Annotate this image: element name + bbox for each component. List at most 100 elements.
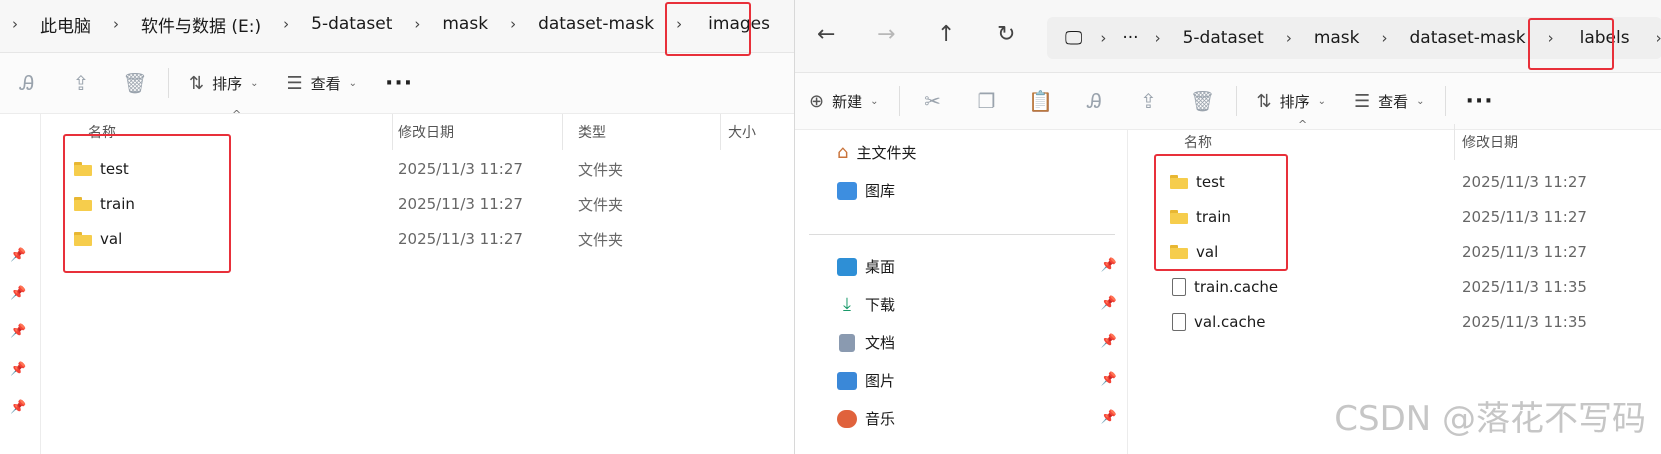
new-button[interactable]: ⊕ 新建 ⌄ xyxy=(795,81,893,121)
chevron-right-icon: › xyxy=(1381,29,1388,47)
highlight-box xyxy=(63,134,231,273)
pin-icon[interactable]: 📌 xyxy=(1101,410,1117,425)
delete-icon[interactable]: 🗑 xyxy=(1176,81,1230,121)
toolbar-divider xyxy=(1444,86,1446,116)
file-modified: 2025/11/3 11:35 xyxy=(1462,313,1587,331)
breadcrumb-drive-e[interactable]: 软件与数据 (E:) xyxy=(131,12,271,37)
sort-button[interactable]: ⇅ 排序 ⌄ xyxy=(175,63,273,103)
nav-downloads[interactable]: ⤓ 下载 xyxy=(837,294,895,315)
right-command-bar: ⊕ 新建 ⌄ ✂ ❐ 📋 Ꭿ ⇪ 🗑 ⇅ 排序 ⌄ ☰ 查看 ⌄ ··· xyxy=(795,73,1661,130)
desktop-icon xyxy=(837,257,857,276)
file-modified: 2025/11/3 11:27 xyxy=(1462,173,1587,191)
file-row-val-cache[interactable]: val.cache 2025/11/3 11:35 xyxy=(1128,304,1661,340)
left-nav-pane: 📌 📌 📌 📌 📌 xyxy=(0,114,41,454)
file-name: val.cache xyxy=(1194,313,1266,331)
breadcrumb-dataset-mask[interactable]: dataset-mask xyxy=(528,14,664,34)
document-icon xyxy=(839,333,855,352)
file-modified: 2025/11/3 11:35 xyxy=(1462,278,1587,296)
more-options-icon[interactable]: ··· xyxy=(1452,89,1508,114)
breadcrumb-5-dataset[interactable]: 5-dataset xyxy=(301,14,402,34)
up-arrow-icon[interactable]: ↑ xyxy=(937,22,955,47)
rename-icon[interactable]: Ꭿ xyxy=(1068,81,1122,121)
column-modified[interactable]: 修改日期 xyxy=(398,122,454,142)
chevron-right-icon: › xyxy=(113,15,119,33)
chevron-right-icon: › xyxy=(1285,29,1292,47)
view-button[interactable]: ☰ 查看 ⌄ xyxy=(273,63,372,103)
pin-icon[interactable]: 📌 xyxy=(10,286,26,301)
file-name: train.cache xyxy=(1194,278,1279,296)
paste-icon[interactable]: 📋 xyxy=(1014,81,1068,121)
right-explorer-window: ← → ↑ ↻ 🖵 › ··· › 5-dataset › mask › dat… xyxy=(794,0,1661,454)
column-divider[interactable] xyxy=(562,114,563,150)
pin-icon[interactable]: 📌 xyxy=(1101,296,1117,311)
pin-icon[interactable]: 📌 xyxy=(10,400,26,415)
rename-icon[interactable]: Ꭿ xyxy=(0,63,54,103)
nav-home-label: 主文件夹 xyxy=(856,144,917,162)
breadcrumb-dataset-mask[interactable]: dataset-mask xyxy=(1400,28,1536,48)
chevron-down-icon: ⌄ xyxy=(250,77,259,89)
share-icon[interactable]: ⇪ xyxy=(1122,81,1176,121)
chevron-down-icon: ⌄ xyxy=(1317,95,1326,107)
sort-ascending-icon: ^ xyxy=(1298,118,1308,131)
chevron-right-icon: › xyxy=(1100,29,1107,47)
sort-label: 排序 xyxy=(212,74,243,93)
column-divider[interactable] xyxy=(720,114,721,150)
sort-button[interactable]: ⇅ 排序 ⌄ xyxy=(1243,81,1341,121)
toolbar-divider xyxy=(1235,86,1237,116)
view-label: 查看 xyxy=(1378,92,1409,111)
pin-icon[interactable]: 📌 xyxy=(10,324,26,339)
copy-icon[interactable]: ❐ xyxy=(960,81,1014,121)
file-row-train-cache[interactable]: train.cache 2025/11/3 11:35 xyxy=(1128,269,1661,305)
column-type[interactable]: 类型 xyxy=(578,122,606,142)
pin-icon[interactable]: 📌 xyxy=(1101,334,1117,349)
column-size[interactable]: 大小 xyxy=(728,122,756,142)
breadcrumb-mask[interactable]: mask xyxy=(1304,28,1370,48)
nav-desktop[interactable]: 桌面 xyxy=(837,256,895,277)
toolbar-divider xyxy=(898,86,900,116)
nav-music[interactable]: 音乐 xyxy=(837,408,895,429)
column-modified[interactable]: 修改日期 xyxy=(1462,132,1518,152)
file-icon xyxy=(1172,313,1186,331)
file-modified: 2025/11/3 11:27 xyxy=(398,230,523,248)
monitor-icon[interactable]: 🖵 xyxy=(1059,28,1088,49)
file-icon xyxy=(1172,278,1186,296)
nav-documents[interactable]: 文档 xyxy=(837,332,895,353)
highlight-box xyxy=(1154,154,1288,271)
new-label: 新建 xyxy=(832,92,863,111)
file-type: 文件夹 xyxy=(578,195,624,214)
nav-gallery[interactable]: 图库 xyxy=(837,180,895,201)
refresh-icon[interactable]: ↻ xyxy=(997,22,1015,47)
share-icon[interactable]: ⇪ xyxy=(54,63,108,103)
sort-icon: ⇅ xyxy=(189,72,205,94)
nav-home[interactable]: ⌂ 主文件夹 xyxy=(837,142,916,163)
watermark: CSDN @落花不写码 xyxy=(1334,399,1646,439)
forward-arrow-icon[interactable]: → xyxy=(877,22,895,47)
file-type: 文件夹 xyxy=(578,160,624,179)
chevron-right-icon[interactable]: › xyxy=(1644,29,1661,47)
chevron-right-icon: › xyxy=(12,15,18,33)
back-arrow-icon[interactable]: ← xyxy=(817,22,835,47)
breadcrumb-mask[interactable]: mask xyxy=(432,14,498,34)
pin-icon[interactable]: 📌 xyxy=(1101,258,1117,273)
view-button[interactable]: ☰ 查看 ⌄ xyxy=(1340,81,1439,121)
chevron-right-icon[interactable]: › xyxy=(784,15,794,33)
nav-pictures[interactable]: 图片 xyxy=(837,370,895,391)
more-options-icon[interactable]: ··· xyxy=(371,71,427,96)
delete-icon[interactable]: 🗑 xyxy=(108,63,162,103)
column-divider[interactable] xyxy=(392,114,393,150)
file-modified: 2025/11/3 11:27 xyxy=(398,160,523,178)
more-crumbs-icon[interactable]: ··· xyxy=(1118,28,1142,48)
column-divider[interactable] xyxy=(1454,124,1455,160)
pin-icon[interactable]: 📌 xyxy=(10,248,26,263)
cut-icon[interactable]: ✂ xyxy=(906,81,960,121)
plus-circle-icon: ⊕ xyxy=(809,90,825,112)
chevron-down-icon: ⌄ xyxy=(870,95,879,107)
pin-icon[interactable]: 📌 xyxy=(10,362,26,377)
nav-downloads-label: 下载 xyxy=(865,296,896,314)
pin-icon[interactable]: 📌 xyxy=(1101,372,1117,387)
breadcrumb-5-dataset[interactable]: 5-dataset xyxy=(1173,28,1274,48)
breadcrumb-this-pc[interactable]: 此电脑 xyxy=(30,12,101,37)
column-name[interactable]: 名称 xyxy=(1184,132,1212,152)
sort-label: 排序 xyxy=(1279,92,1310,111)
chevron-right-icon: › xyxy=(283,15,290,33)
